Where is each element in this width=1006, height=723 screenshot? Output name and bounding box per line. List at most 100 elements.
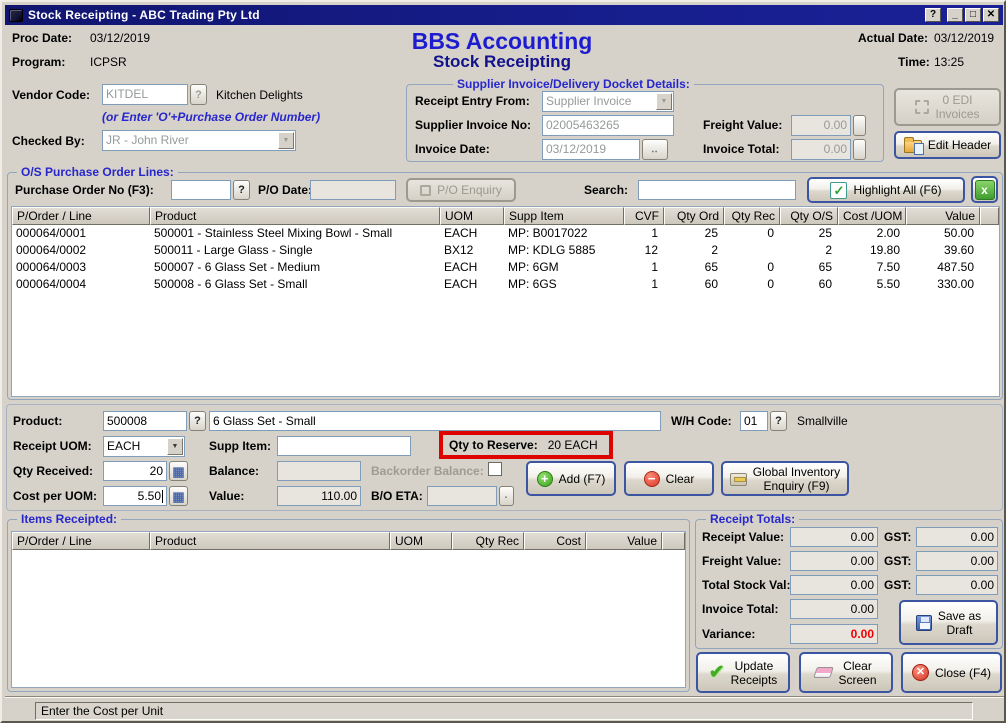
checked-by-dropdown[interactable]: JR - John River ▼: [102, 130, 296, 151]
items-receipted-panel: Items Receipted: P/Order / Line Product …: [7, 519, 690, 692]
vendor-code-label: Vendor Code:: [12, 88, 90, 102]
cost-calculator-button[interactable]: ▦: [169, 486, 188, 506]
screen-title: Stock Receipting: [342, 52, 662, 72]
receipt-uom-label: Receipt UOM:: [13, 439, 92, 453]
balance-label: Balance:: [209, 464, 259, 478]
supplier-invoice-panel-title: Supplier Invoice/Delivery Docket Details…: [453, 77, 694, 91]
search-input[interactable]: [638, 180, 796, 200]
eraser-icon: [814, 667, 835, 678]
po-enquiry-button[interactable]: P/O Enquiry: [406, 178, 516, 202]
items-receipted-table: P/Order / Line Product UOM Qty Rec Cost …: [11, 531, 686, 688]
vendor-help-button[interactable]: ?: [190, 84, 207, 105]
enquiry-icon: [420, 185, 431, 196]
product-code-input[interactable]: 500008: [103, 411, 187, 431]
gst1-field: 0.00: [916, 527, 998, 547]
table-row[interactable]: 000064/0001500001 - Stainless Steel Mixi…: [12, 225, 999, 242]
calendar-icon: ‥: [651, 145, 659, 155]
invoice-total-button[interactable]: [853, 139, 866, 160]
proc-date-value: 03/12/2019: [90, 31, 150, 45]
items-table-header: P/Order / Line Product UOM Qty Rec Cost …: [12, 532, 685, 550]
add-button[interactable]: + Add (F7): [526, 461, 616, 496]
po-date-field: [310, 180, 396, 200]
save-as-draft-button[interactable]: Save as Draft: [899, 600, 998, 645]
table-row[interactable]: 000064/0003500007 - 6 Glass Set - Medium…: [12, 259, 999, 276]
program-value: ICPSR: [90, 55, 127, 69]
window-title: Stock Receipting - ABC Trading Pty Ltd: [28, 8, 260, 22]
save-icon: [916, 615, 932, 631]
receipt-uom-dropdown[interactable]: EACH ▼: [103, 436, 185, 457]
bo-eta-calendar-button[interactable]: .: [499, 486, 514, 506]
receipt-totals-title: Receipt Totals:: [706, 512, 799, 526]
table-row[interactable]: 000064/0004500008 - 6 Glass Set - SmallE…: [12, 276, 999, 293]
calculator-icon: ▦: [172, 490, 184, 503]
vendor-hint: (or Enter 'O'+Purchase Order Number): [102, 110, 320, 124]
purchase-order-no-label: Purchase Order No (F3):: [15, 183, 154, 197]
cost-per-uom-label: Cost per UOM:: [13, 489, 97, 503]
invoice-total-label: Invoice Total:: [703, 142, 779, 156]
balance-field: [277, 461, 361, 481]
receipt-value-field: 0.00: [790, 527, 878, 547]
minus-icon: −: [644, 471, 660, 487]
close-button[interactable]: ✕: [983, 8, 999, 22]
status-message: Enter the Cost per Unit: [35, 702, 973, 720]
qty-calculator-button[interactable]: ▦: [169, 461, 188, 481]
help-button[interactable]: ?: [925, 8, 941, 22]
freight-value-button[interactable]: [853, 115, 866, 136]
qty-to-reserve-highlight: Qty to Reserve: 20 EACH: [439, 431, 613, 459]
cost-per-uom-input[interactable]: 5.50: [103, 486, 167, 506]
edi-invoices-button[interactable]: 0 EDI Invoices: [894, 88, 1001, 126]
invoice-total-sum-field: 0.00: [790, 599, 878, 619]
qty-to-reserve-label: Qty to Reserve:: [449, 438, 538, 452]
plus-icon: +: [537, 471, 553, 487]
wh-name: Smallville: [797, 414, 848, 428]
receipt-totals-panel: Receipt Totals: Receipt Value: 0.00 GST:…: [695, 519, 1003, 649]
global-inventory-enquiry-button[interactable]: Global Inventory Enquiry (F9): [721, 461, 849, 496]
clear-screen-button[interactable]: Clear Screen: [799, 652, 893, 693]
wh-code-input[interactable]: 01: [740, 411, 768, 431]
bo-eta-field: [427, 486, 497, 506]
supp-item-input[interactable]: [277, 436, 411, 456]
gst1-label: GST:: [884, 530, 911, 544]
time-label: Time:: [898, 55, 930, 69]
product-help-button[interactable]: ?: [189, 411, 206, 431]
invoice-date-calendar-button[interactable]: ‥: [642, 139, 668, 160]
receipt-value-label: Receipt Value:: [702, 530, 784, 544]
clear-button[interactable]: − Clear: [624, 461, 714, 496]
maximize-button[interactable]: □: [965, 8, 981, 22]
text-caret: [162, 490, 163, 503]
wh-help-button[interactable]: ?: [770, 411, 787, 431]
invoice-total-sum-label: Invoice Total:: [702, 602, 778, 616]
supplier-invoice-panel: Supplier Invoice/Delivery Docket Details…: [406, 84, 884, 162]
time-value: 13:25: [934, 55, 964, 69]
edit-header-button[interactable]: Edit Header: [894, 131, 1001, 159]
close-window-button[interactable]: ✕ Close (F4): [901, 652, 1002, 693]
wh-code-label: W/H Code:: [671, 414, 732, 428]
search-label: Search:: [584, 183, 628, 197]
supplier-invoice-no-field: 02005463265: [542, 115, 674, 136]
titlebar: Stock Receipting - ABC Trading Pty Ltd ?…: [5, 5, 1003, 25]
app-icon: [9, 9, 23, 22]
purchase-order-no-input[interactable]: [171, 180, 231, 200]
minimize-button[interactable]: _: [947, 8, 963, 22]
vendor-code-field: KITDEL: [102, 84, 188, 105]
actual-date-value: 03/12/2019: [934, 31, 994, 45]
status-bar: Enter the Cost per Unit: [5, 700, 1005, 722]
variance-field: 0.00: [790, 624, 878, 644]
qty-received-label: Qty Received:: [13, 464, 93, 478]
chevron-down-icon: ▼: [167, 438, 183, 455]
table-row[interactable]: 000064/0002500011 - Large Glass - Single…: [12, 242, 999, 259]
calendar-icon: .: [505, 491, 509, 501]
gst2-field: 0.00: [916, 551, 998, 571]
product-label: Product:: [13, 414, 62, 428]
qty-received-input[interactable]: 20: [103, 461, 167, 481]
receipt-entry-from-dropdown[interactable]: Supplier Invoice ▼: [542, 91, 674, 112]
backorder-balance-checkbox[interactable]: [488, 462, 502, 476]
edi-icon: [915, 100, 929, 114]
product-desc-field: 6 Glass Set - Small: [209, 411, 661, 431]
highlight-all-button[interactable]: ✓ Highlight All (F6): [807, 177, 965, 203]
supp-item-label: Supp Item:: [209, 439, 271, 453]
update-receipts-button[interactable]: ✔ Update Receipts: [696, 652, 790, 693]
purchase-order-help-button[interactable]: ?: [233, 180, 250, 200]
po-date-label: P/O Date:: [258, 183, 312, 197]
export-excel-button[interactable]: x: [971, 176, 998, 203]
